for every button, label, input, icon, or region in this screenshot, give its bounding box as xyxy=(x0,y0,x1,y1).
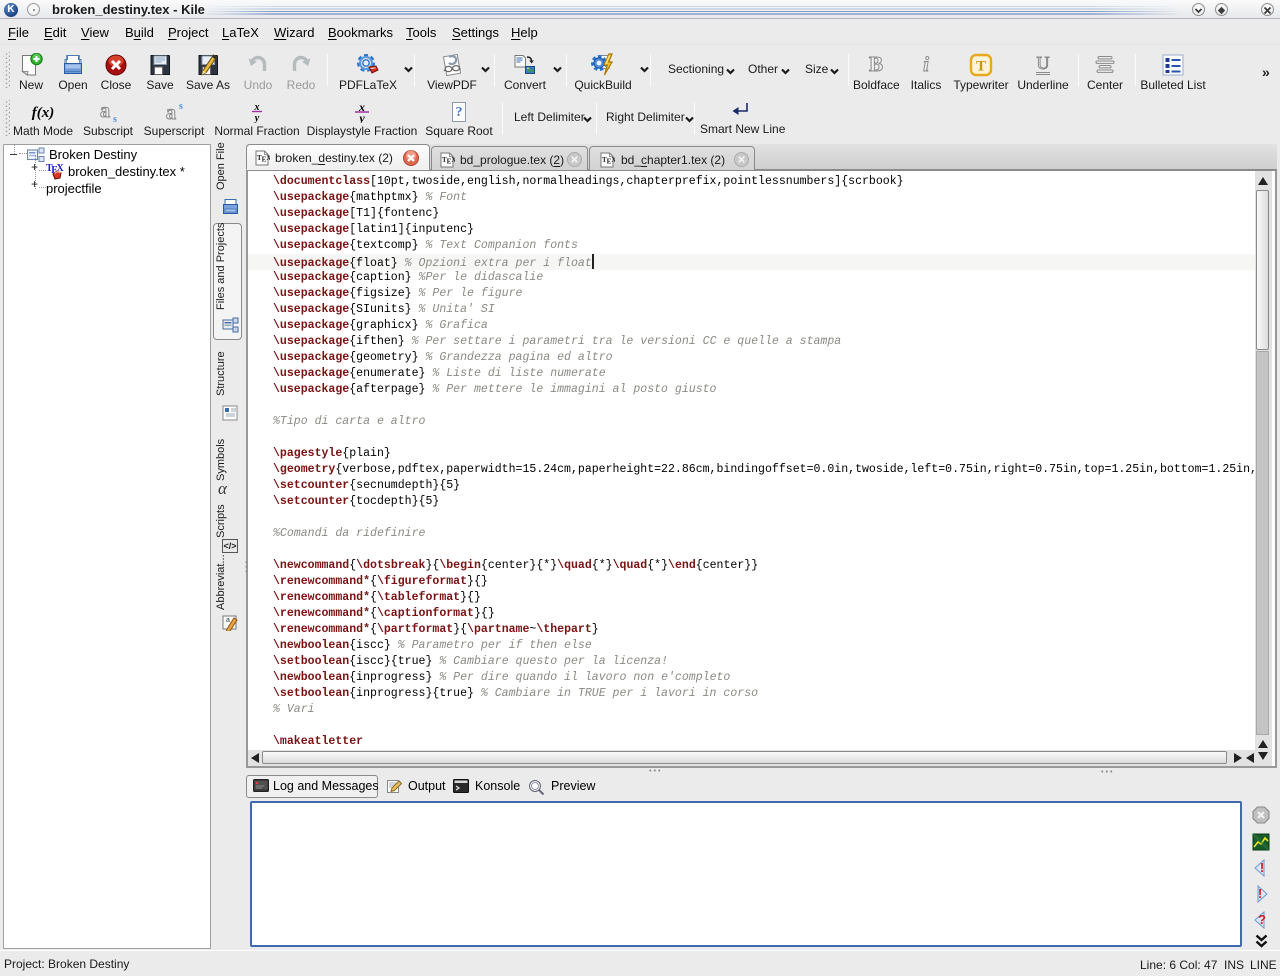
svg-text:T: T xyxy=(976,59,986,75)
svg-text:f(x): f(x) xyxy=(32,105,55,121)
svg-text:!: ! xyxy=(1258,886,1262,901)
svg-text:B: B xyxy=(869,53,883,76)
svg-text:!: ! xyxy=(1260,860,1264,875)
svg-text:?: ? xyxy=(1258,912,1266,927)
svg-text:a: a xyxy=(100,101,110,122)
svg-text:a: a xyxy=(226,617,230,624)
svg-text:y: y xyxy=(357,111,365,123)
svg-text:s: s xyxy=(113,114,117,123)
svg-text:U: U xyxy=(1037,53,1050,73)
svg-text:?: ? xyxy=(456,105,463,120)
svg-text:y: y xyxy=(254,113,260,123)
svg-text:s: s xyxy=(179,101,183,112)
svg-text:</>: </> xyxy=(223,541,236,551)
svg-text:i: i xyxy=(923,53,929,76)
svg-text:a: a xyxy=(166,102,176,123)
